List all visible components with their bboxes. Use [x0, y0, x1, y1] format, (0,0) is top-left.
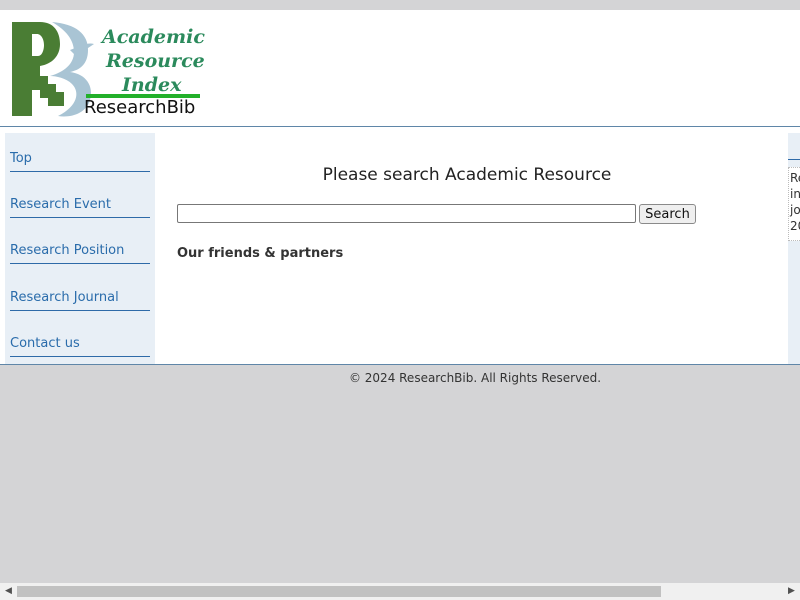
sidebar-nav: Top Research Event Research Position Res…	[5, 133, 155, 364]
search-button[interactable]: Search	[639, 204, 696, 224]
search-input[interactable]	[177, 204, 636, 223]
right-panel-divider	[788, 159, 800, 160]
scroll-left-icon[interactable]: ◀	[0, 583, 17, 600]
scrollbar-thumb[interactable]	[17, 586, 661, 597]
footer-copyright: © 2024 ResearchBib. All Rights Reserved.	[348, 371, 602, 385]
horizontal-scrollbar[interactable]: ◀ ▶	[0, 583, 800, 600]
sidebar-item-label: Contact us	[10, 336, 80, 351]
friends-partners-heading: Our friends & partners	[177, 246, 344, 261]
main-section: Top Research Event Research Position Res…	[0, 127, 800, 364]
search-heading: Please search Academic Resource	[322, 165, 612, 185]
sidebar-item-research-journal[interactable]: Research Journal	[10, 286, 150, 311]
scroll-right-icon[interactable]: ▶	[783, 583, 800, 600]
sidebar-item-label: Top	[10, 151, 32, 166]
right-panel-text: Re in jo 20	[790, 171, 800, 233]
logo-line-academic: Academic	[102, 26, 205, 48]
sidebar-item-contact-us[interactable]: Contact us	[10, 332, 150, 357]
sidebar-item-top[interactable]: Top	[10, 147, 150, 172]
right-panel-box[interactable]: Re in jo 20	[788, 167, 800, 241]
site-logo[interactable]: Academic Resource Index ResearchBib	[10, 20, 205, 120]
right-side-panel: Re in jo 20	[788, 133, 800, 364]
logo-brand-name: ResearchBib	[84, 97, 196, 118]
logo-line-index: Index	[122, 74, 182, 96]
browser-top-strip	[0, 0, 800, 10]
sidebar-item-label: Research Position	[10, 243, 125, 258]
site-header: Academic Resource Index ResearchBib	[0, 10, 800, 127]
sidebar-item-label: Research Event	[10, 197, 112, 212]
search-content: Please search Academic Resource Search O…	[160, 127, 785, 364]
logo-line-resource: Resource	[106, 50, 205, 72]
sidebar-item-research-position[interactable]: Research Position	[10, 239, 150, 264]
sidebar-item-label: Research Journal	[10, 290, 119, 305]
sidebar-item-research-event[interactable]: Research Event	[10, 193, 150, 218]
footer-divider	[0, 364, 800, 365]
